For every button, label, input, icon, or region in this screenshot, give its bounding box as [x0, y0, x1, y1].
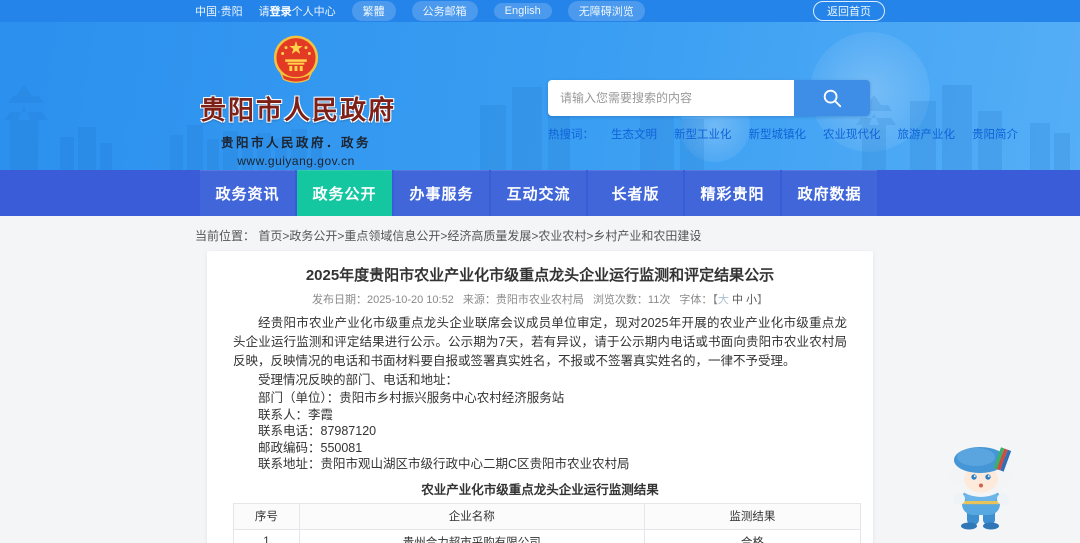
publish-date: 发布日期：2025-10-20 10:52 — [311, 294, 454, 306]
table-header-row: 序号 企业名称 监测结果 — [233, 502, 862, 530]
monitoring-results-table: 序号 企业名称 监测结果 1 贵州合力超市采购有限公司 合格 2 贵州友禾种业有… — [233, 502, 862, 543]
view-count: 浏览次数：11次 — [592, 294, 671, 306]
contact-postcode: 邮政编码：550081 — [258, 440, 363, 455]
breadcrumb-path[interactable]: 首页>政务公开>重点领域信息公开>经济高质量发展>农业农村>乡村产业和农田建设 — [258, 229, 701, 243]
company-name: 贵州合力超市采购有限公司 — [298, 528, 645, 543]
mascot-assistant-button[interactable] — [945, 443, 1017, 531]
hot-word-link[interactable]: 农业现代化 — [823, 126, 881, 142]
font-size-small-button[interactable]: 小 — [746, 294, 757, 306]
search-button[interactable] — [794, 80, 870, 116]
nav-tab-zhengwu-gongkai[interactable]: 政务公开 — [297, 170, 392, 216]
nav-tab-zhangzheban[interactable]: 长者版 — [588, 170, 683, 216]
breadcrumb: 当前位置： 首页>政务公开>重点领域信息公开>经济高质量发展>农业农村>乡村产业… — [195, 227, 885, 244]
accessibility-link[interactable]: 无障碍浏览 — [567, 1, 645, 21]
article-meta: 发布日期：2025-10-20 10:52 来源：贵阳市农业农村局 浏览次数：1… — [311, 294, 769, 306]
hot-word-link[interactable]: 贵阳简介 — [972, 126, 1018, 142]
nav-tab-jingcai-guiyang[interactable]: 精彩贵阳 — [685, 170, 780, 216]
search-icon — [823, 89, 842, 108]
col-header-result: 监测结果 — [643, 502, 862, 530]
col-header-index: 序号 — [233, 502, 300, 530]
site-subtitle: 贵阳市人民政府．政务 — [220, 136, 371, 150]
region-link[interactable]: 中国·贵阳 — [195, 3, 243, 19]
site-title: 贵阳市人民政府 — [200, 95, 397, 125]
article-paragraph: 受理情况反映的部门、电话和地址： — [258, 373, 459, 387]
contact-department: 部门（单位）：贵阳市乡村振兴服务中心农村经济服务站 — [258, 391, 565, 405]
table-row: 1 贵州合力超市采购有限公司 合格 — [233, 528, 862, 543]
national-emblem-icon — [273, 35, 319, 83]
article-source: 来源：贵阳市农业农村局 — [462, 294, 584, 306]
search-input[interactable] — [548, 80, 794, 116]
article-title: 2025年度贵阳市农业产业化市级重点龙头企业运行监测和评定结果公示 — [305, 267, 775, 284]
monitoring-table-title: 农业产业化市级重点龙头企业运行监测结果 — [421, 482, 659, 497]
main-navigation: 政务资讯 政务公开 办事服务 互动交流 长者版 精彩贵阳 政府数据 — [0, 170, 1080, 216]
site-logo[interactable]: 贵阳市人民政府 贵阳市人民政府．政务 www.guiyang.gov.cn — [200, 34, 397, 168]
site-banner: 贵阳市人民政府 贵阳市人民政府．政务 www.guiyang.gov.cn 热搜… — [0, 22, 1080, 170]
contact-address: 联系地址：贵阳市观山湖区市级行政中心二期C区贵阳市农业农村局 — [258, 457, 630, 471]
article-card: 2025年度贵阳市农业产业化市级重点龙头企业运行监测和评定结果公示 发布日期：2… — [207, 251, 873, 543]
english-link[interactable]: English — [493, 3, 552, 19]
contact-person: 联系人：李霞 — [258, 407, 334, 422]
return-home-button[interactable]: 返回首页 — [813, 1, 885, 21]
col-header-company: 企业名称 — [298, 502, 645, 530]
nav-tab-zhengfu-shuju[interactable]: 政府数据 — [782, 170, 877, 216]
font-size-medium-button[interactable]: 中 — [732, 294, 743, 306]
top-utility-bar: 中国·贵阳 请登录个人中心 繁體 公务邮箱 English 无障碍浏览 返回首页 — [0, 0, 1080, 22]
breadcrumb-label: 当前位置： — [195, 229, 256, 243]
traditional-chinese-link[interactable]: 繁體 — [351, 1, 396, 21]
nav-tab-zhengwu-zixun[interactable]: 政务资讯 — [200, 170, 295, 216]
nav-tab-hudong-jiaoliu[interactable]: 互动交流 — [491, 170, 586, 216]
official-mail-link[interactable]: 公务邮箱 — [411, 1, 478, 21]
site-url: www.guiyang.gov.cn — [237, 154, 355, 168]
mascot-icon — [949, 447, 1013, 530]
contact-phone: 联系电话：87987120 — [258, 424, 377, 438]
font-size-large-button[interactable]: 大 — [718, 294, 729, 306]
hot-search-row: 热搜词： 生态文明 新型工业化 新型城镇化 农业现代化 旅游产业化 贵阳简介 — [548, 126, 1018, 142]
hot-word-link[interactable]: 生态文明 — [611, 126, 657, 142]
monitor-result: 合格 — [643, 528, 862, 543]
row-index: 1 — [233, 528, 300, 543]
hot-search-label: 热搜词： — [548, 129, 594, 141]
hot-word-link[interactable]: 新型工业化 — [674, 126, 732, 142]
login-link[interactable]: 请登录个人中心 — [259, 3, 336, 19]
nav-tab-banshi-fuwu[interactable]: 办事服务 — [394, 170, 489, 216]
article-paragraph: 经贵阳市农业产业化市级重点龙头企业联席会议成员单位审定，现对2025年开展的农业… — [233, 316, 847, 368]
hot-word-link[interactable]: 新型城镇化 — [749, 126, 807, 142]
hot-word-link[interactable]: 旅游产业化 — [898, 126, 956, 142]
font-size-label: 字体： — [679, 294, 713, 306]
